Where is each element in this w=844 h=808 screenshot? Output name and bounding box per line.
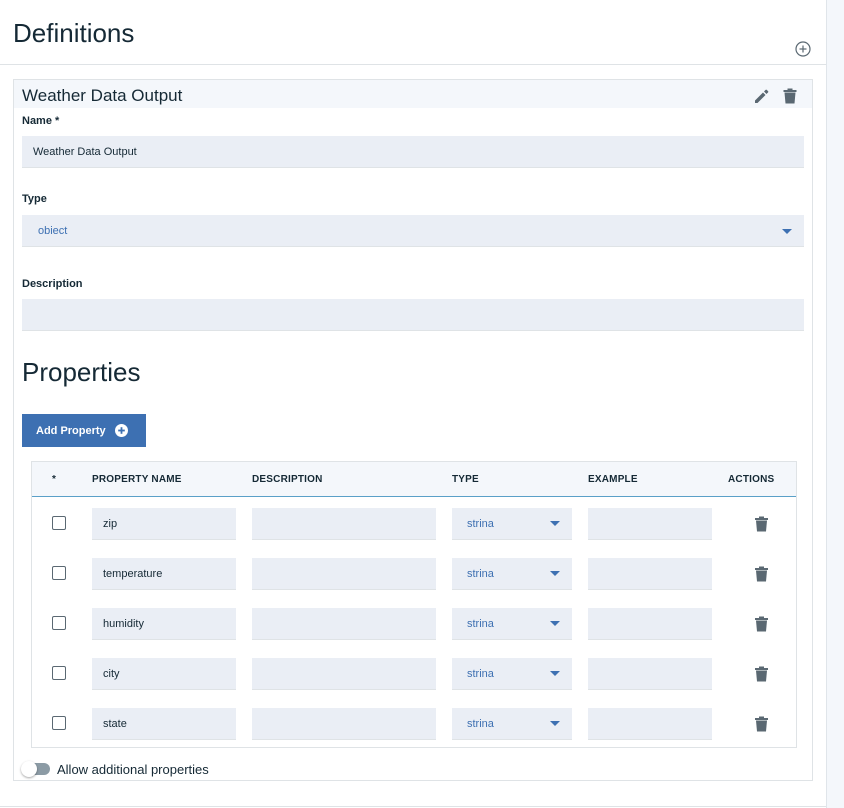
trash-icon[interactable] [755, 616, 768, 632]
row-checkbox[interactable] [52, 616, 66, 630]
trash-icon[interactable] [755, 516, 768, 532]
property-type-select[interactable]: strina [452, 608, 572, 640]
property-name-input[interactable]: state [92, 708, 236, 740]
header-divider [0, 64, 826, 65]
name-label: Name * [22, 115, 60, 127]
column-header-example: EXAMPLE [588, 474, 638, 485]
row-checkbox[interactable] [52, 716, 66, 730]
type-select[interactable]: obiect [22, 215, 804, 247]
column-header-property-name: PROPERTY NAME [92, 474, 182, 485]
property-type-value: strina [467, 517, 494, 530]
table-row: temperature strina [32, 558, 796, 590]
caret-down-icon [550, 721, 560, 726]
column-header-select: * [52, 474, 57, 485]
property-name-value: state [103, 717, 127, 730]
description-input[interactable] [22, 299, 804, 331]
plus-circle-icon [114, 424, 128, 437]
property-description-input[interactable] [252, 708, 436, 740]
property-description-input[interactable] [252, 558, 436, 590]
property-name-value: humidity [103, 617, 144, 630]
property-type-value: strina [467, 567, 494, 580]
property-description-input[interactable] [252, 608, 436, 640]
column-header-description: DESCRIPTION [252, 474, 323, 485]
row-checkbox[interactable] [52, 566, 66, 580]
allow-additional-properties-toggle[interactable] [21, 761, 50, 777]
property-type-select[interactable]: strina [452, 658, 572, 690]
right-scroll-gutter [826, 0, 844, 808]
table-row: city strina [32, 658, 796, 690]
trash-icon[interactable] [755, 566, 768, 582]
property-example-input[interactable] [588, 608, 712, 640]
definition-title: Weather Data Output [22, 86, 183, 105]
add-property-button[interactable]: Add Property [22, 414, 146, 447]
trash-icon[interactable] [755, 666, 768, 682]
property-example-input[interactable] [588, 508, 712, 540]
property-name-input[interactable]: humidity [92, 608, 236, 640]
column-header-type: TYPE [452, 474, 479, 485]
property-example-input[interactable] [588, 558, 712, 590]
type-label: Type [22, 193, 47, 205]
caret-down-icon [550, 571, 560, 576]
property-type-select[interactable]: strina [452, 558, 572, 590]
table-header: * PROPERTY NAME DESCRIPTION TYPE EXAMPLE… [32, 462, 796, 497]
type-select-value: obiect [38, 224, 68, 237]
row-checkbox[interactable] [52, 666, 66, 680]
property-description-input[interactable] [252, 508, 436, 540]
table-row: zip strina [32, 508, 796, 540]
property-example-input[interactable] [588, 708, 712, 740]
property-type-select[interactable]: strina [452, 708, 572, 740]
add-definition-icon[interactable] [795, 41, 811, 57]
trash-icon[interactable] [755, 716, 768, 732]
property-name-value: temperature [103, 567, 163, 580]
definition-card-header: Weather Data Output [14, 80, 812, 108]
property-description-input[interactable] [252, 658, 436, 690]
property-name-value: zip [103, 517, 118, 530]
row-checkbox[interactable] [52, 516, 66, 530]
name-input[interactable]: Weather Data Output [22, 136, 804, 168]
table-row: humidity strina [32, 608, 796, 640]
page-title: Definitions [13, 18, 135, 48]
table-row: state strina [32, 708, 796, 740]
properties-title: Properties [22, 357, 141, 387]
caret-down-icon [550, 621, 560, 626]
property-example-input[interactable] [588, 658, 712, 690]
definition-card: Weather Data Output Name * Weather Data … [13, 79, 813, 781]
caret-down-icon [782, 229, 792, 234]
column-header-actions: ACTIONS [728, 474, 775, 485]
description-label: Description [22, 278, 83, 290]
trash-icon[interactable] [783, 88, 797, 104]
caret-down-icon [550, 521, 560, 526]
caret-down-icon [550, 671, 560, 676]
name-input-value: Weather Data Output [33, 145, 137, 158]
property-type-value: strina [467, 617, 494, 630]
property-name-value: city [103, 667, 120, 680]
property-name-input[interactable]: city [92, 658, 236, 690]
property-name-input[interactable]: zip [92, 508, 236, 540]
pencil-icon[interactable] [753, 88, 769, 104]
property-type-value: strina [467, 667, 494, 680]
properties-table: * PROPERTY NAME DESCRIPTION TYPE EXAMPLE… [31, 461, 797, 748]
allow-additional-properties-label: Allow additional properties [57, 762, 209, 777]
toggle-knob [21, 761, 37, 777]
property-type-select[interactable]: strina [452, 508, 572, 540]
property-name-input[interactable]: temperature [92, 558, 236, 590]
add-property-label: Add Property [36, 424, 106, 437]
property-type-value: strina [467, 717, 494, 730]
footer-divider [0, 806, 826, 807]
